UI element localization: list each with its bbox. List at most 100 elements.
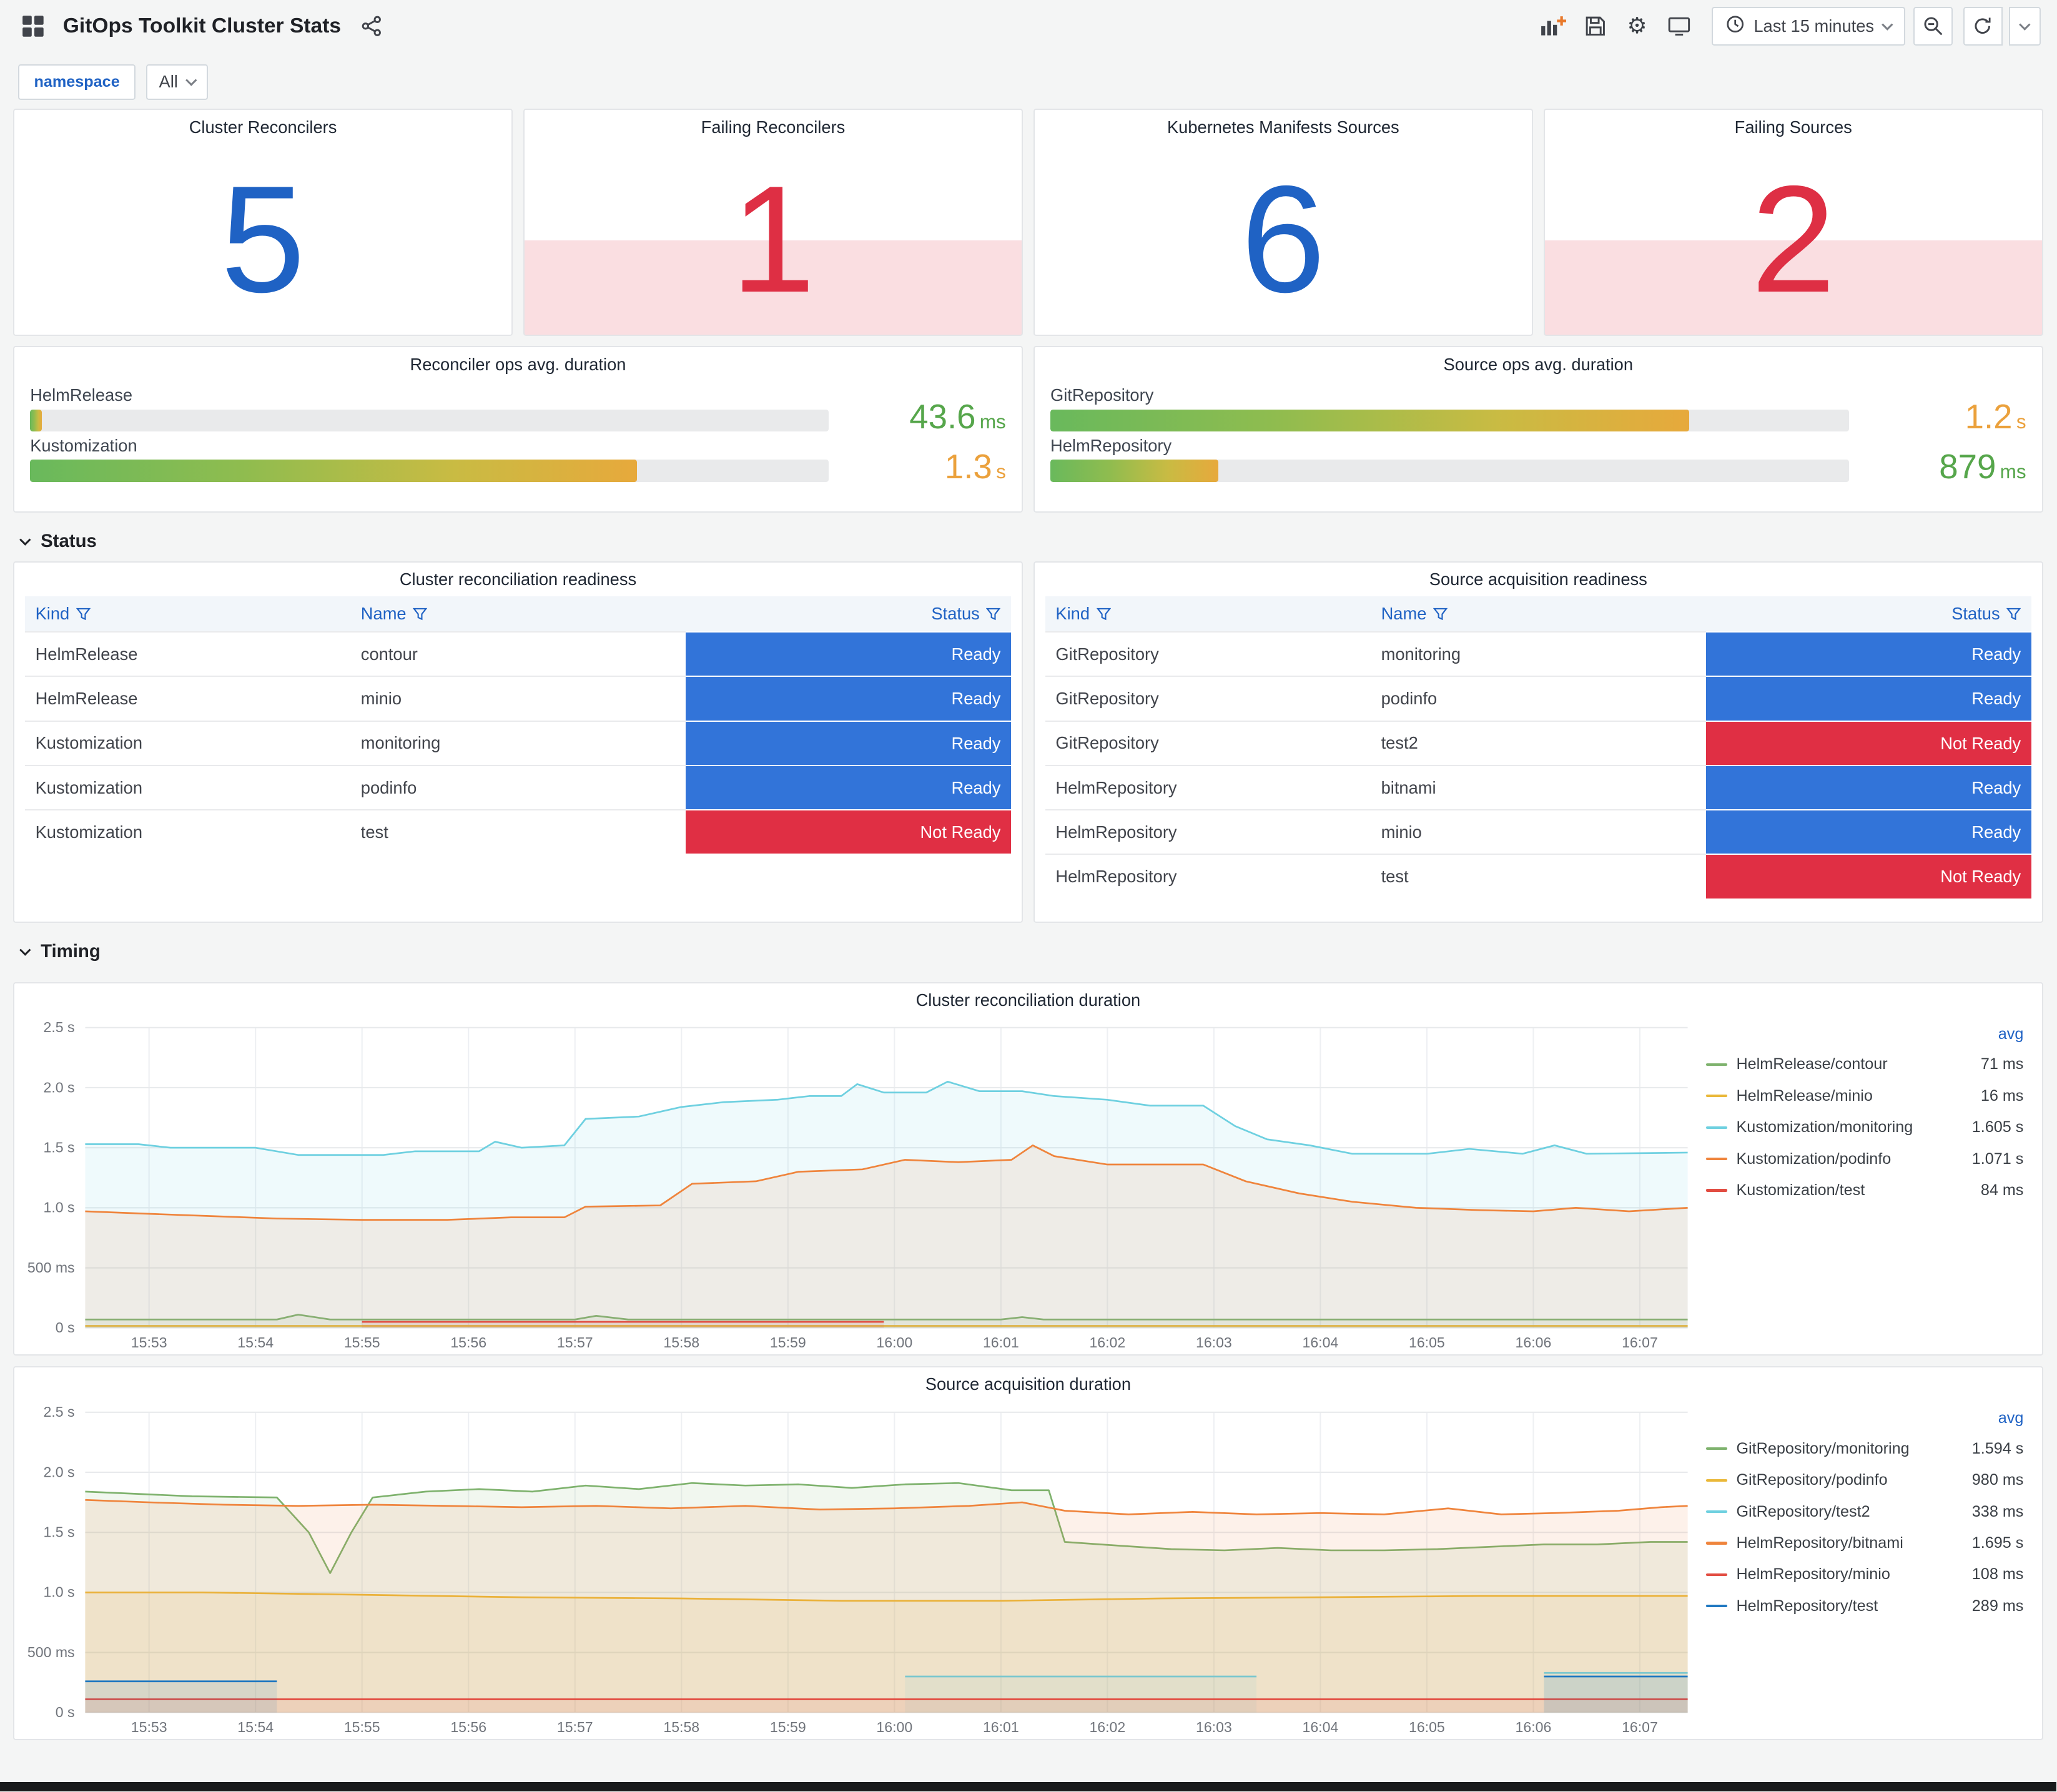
gauge-main: GitRepository — [1050, 385, 1850, 432]
status-cell: Ready — [685, 631, 1012, 677]
settings-gear-icon[interactable]: ⚙ — [1620, 8, 1654, 45]
table-row: HelmRelease minio Ready — [24, 676, 1012, 721]
panel-title[interactable]: Cluster reconciliation duration — [14, 983, 2042, 1018]
time-range-picker[interactable]: Last 15 minutes — [1712, 6, 1906, 46]
dashboard-page: GitOps Toolkit Cluster Stats ⚙ Last 15 m… — [0, 0, 2056, 1791]
panel-title[interactable]: Source acquisition duration — [14, 1367, 2042, 1402]
table-row: GitRepository test2 Not Ready — [1045, 720, 2031, 766]
legend-series-name[interactable]: GitRepository/monitoring — [1736, 1440, 1909, 1458]
gauge-value-number: 43.6 — [909, 397, 976, 436]
table-row: GitRepository monitoring Ready — [1045, 631, 2031, 677]
column-header-label: Status — [931, 604, 1001, 624]
gauge-row-helmrelease: HelmRelease 43.6 ms — [14, 385, 1022, 434]
legend-series-name[interactable]: GitRepository/podinfo — [1736, 1471, 1887, 1489]
legend-avg-header[interactable]: avg — [1706, 1025, 2024, 1049]
legend-item[interactable]: HelmRepository/test 289 ms — [1706, 1590, 2023, 1622]
column-header-kind[interactable]: Kind — [1045, 596, 1371, 632]
status-cell: Ready — [685, 676, 1012, 721]
column-filter-icon[interactable] — [413, 607, 428, 621]
legend-item[interactable]: GitRepository/podinfo 980 ms — [1706, 1464, 2023, 1495]
name-cell: minio — [350, 676, 686, 721]
legend-item[interactable]: GitRepository/test2 338 ms — [1706, 1496, 2023, 1527]
legend-series-name[interactable]: HelmRepository/bitnami — [1736, 1534, 1903, 1552]
svg-text:16:07: 16:07 — [1622, 1335, 1658, 1351]
legend-item[interactable]: Kustomization/monitoring 1.605 s — [1706, 1112, 2023, 1143]
svg-text:16:01: 16:01 — [983, 1719, 1019, 1735]
dashboard-grid-icon[interactable] — [16, 8, 50, 45]
legend-item[interactable]: Kustomization/test 84 ms — [1706, 1174, 2023, 1206]
status-badge: Not Ready — [1705, 855, 2031, 898]
panel-title[interactable]: Source acquisition readiness — [1045, 563, 2031, 597]
legend-series-name[interactable]: Kustomization/podinfo — [1736, 1150, 1891, 1168]
zoom-out-button[interactable] — [1913, 6, 1953, 46]
column-header-status[interactable]: Status — [1705, 596, 2031, 632]
legend-series-name[interactable]: Kustomization/test — [1736, 1181, 1865, 1199]
time-series-plot[interactable]: 15:53 15:54 15:55 15:56 15:57 15:58 15:59 16:00… — [14, 1017, 1701, 1354]
legend-item[interactable]: Kustomization/podinfo 1.071 s — [1706, 1143, 2023, 1174]
column-header-label: Status — [1951, 604, 2021, 624]
column-header-kind[interactable]: Kind — [24, 596, 350, 632]
panel-title[interactable]: Failing Reconcilers — [525, 110, 1022, 144]
legend-series-name[interactable]: Kustomization/monitoring — [1736, 1118, 1913, 1136]
panel-title[interactable]: Cluster reconciliation readiness — [25, 563, 1011, 597]
legend-series-avg: 289 ms — [1971, 1597, 2024, 1615]
tv-cycle-icon[interactable] — [1662, 8, 1697, 45]
gauge-fill — [30, 409, 42, 432]
stat-value: 1 — [731, 154, 816, 325]
column-filter-icon[interactable] — [1433, 607, 1448, 621]
legend-item[interactable]: HelmRelease/minio 16 ms — [1706, 1080, 2023, 1111]
legend-item[interactable]: HelmRepository/bitnami 1.695 s — [1706, 1527, 2023, 1558]
column-filter-icon[interactable] — [986, 607, 1001, 621]
legend-avg-header[interactable]: avg — [1706, 1409, 2024, 1433]
status-badge: Ready — [685, 633, 1012, 676]
variable-selected-value: All — [159, 72, 178, 92]
column-filter-icon[interactable] — [1096, 607, 1111, 621]
column-header-name[interactable]: Name — [1370, 596, 1706, 632]
legend-series-color — [1706, 1510, 1727, 1514]
gauge-row-gitrepository: GitRepository 1.2 s — [1035, 385, 2042, 434]
refresh-interval-dropdown[interactable] — [2009, 6, 2041, 46]
gauge-track — [30, 409, 829, 432]
gauge-label: GitRepository — [1050, 385, 1154, 405]
stat-panel-cluster-reconcilers: Cluster Reconcilers 5 — [13, 109, 513, 336]
share-icon[interactable] — [354, 8, 388, 45]
legend-item[interactable]: HelmRelease/contour 71 ms — [1706, 1049, 2023, 1080]
panel-title[interactable]: Reconciler ops avg. duration — [14, 347, 1022, 382]
legend-series-name[interactable]: HelmRelease/minio — [1736, 1087, 1872, 1105]
save-icon[interactable] — [1578, 8, 1612, 45]
time-series-plot[interactable]: 15:53 15:54 15:55 15:56 15:57 15:58 15:59 16:00… — [14, 1402, 1701, 1739]
name-cell: podinfo — [1370, 676, 1706, 721]
row-toggle-status[interactable]: Status — [13, 522, 2043, 561]
add-panel-icon[interactable] — [1536, 8, 1571, 45]
name-cell: test — [350, 809, 686, 854]
column-filter-icon[interactable] — [76, 607, 91, 621]
panel-title[interactable]: Failing Sources — [1545, 110, 2042, 144]
legend-series-name[interactable]: GitRepository/test2 — [1736, 1503, 1870, 1521]
legend-series-color — [1706, 1542, 1727, 1545]
legend-item[interactable]: HelmRepository/minio 108 ms — [1706, 1559, 2023, 1590]
gauge-value-number: 879 — [1939, 448, 1996, 486]
panel-title[interactable]: Cluster Reconcilers — [14, 110, 511, 144]
plot-canvas[interactable]: 15:53 15:54 15:55 15:56 15:57 15:58 15:59 16:00… — [14, 1017, 1701, 1354]
svg-text:500 ms: 500 ms — [27, 1644, 75, 1660]
column-header-name[interactable]: Name — [350, 596, 686, 632]
legend-series-name[interactable]: HelmRepository/test — [1736, 1597, 1878, 1615]
svg-text:500 ms: 500 ms — [27, 1259, 75, 1276]
gauge-value-unit: ms — [2000, 460, 2026, 483]
kind-cell: Kustomization — [24, 764, 350, 810]
legend-item[interactable]: GitRepository/monitoring 1.594 s — [1706, 1433, 2023, 1464]
legend-series-color — [1706, 1189, 1727, 1192]
panel-title[interactable]: Source ops avg. duration — [1035, 347, 2042, 382]
column-header-status[interactable]: Status — [685, 596, 1012, 632]
panel-title[interactable]: Kubernetes Manifests Sources — [1035, 110, 1532, 144]
legend-series-name[interactable]: HelmRepository/minio — [1736, 1565, 1890, 1583]
refresh-button[interactable] — [1963, 6, 2003, 46]
variable-value-dropdown[interactable]: All — [146, 64, 208, 100]
svg-text:15:58: 15:58 — [663, 1719, 699, 1735]
legend-series-avg: 71 ms — [1980, 1055, 2024, 1073]
table-row: HelmRepository bitnami Ready — [1045, 764, 2031, 810]
plot-canvas[interactable]: 15:53 15:54 15:55 15:56 15:57 15:58 15:59 16:00… — [14, 1402, 1701, 1739]
legend-series-name[interactable]: HelmRelease/contour — [1736, 1055, 1887, 1073]
row-toggle-timing[interactable]: Timing — [13, 932, 2043, 972]
column-filter-icon[interactable] — [2006, 607, 2021, 621]
